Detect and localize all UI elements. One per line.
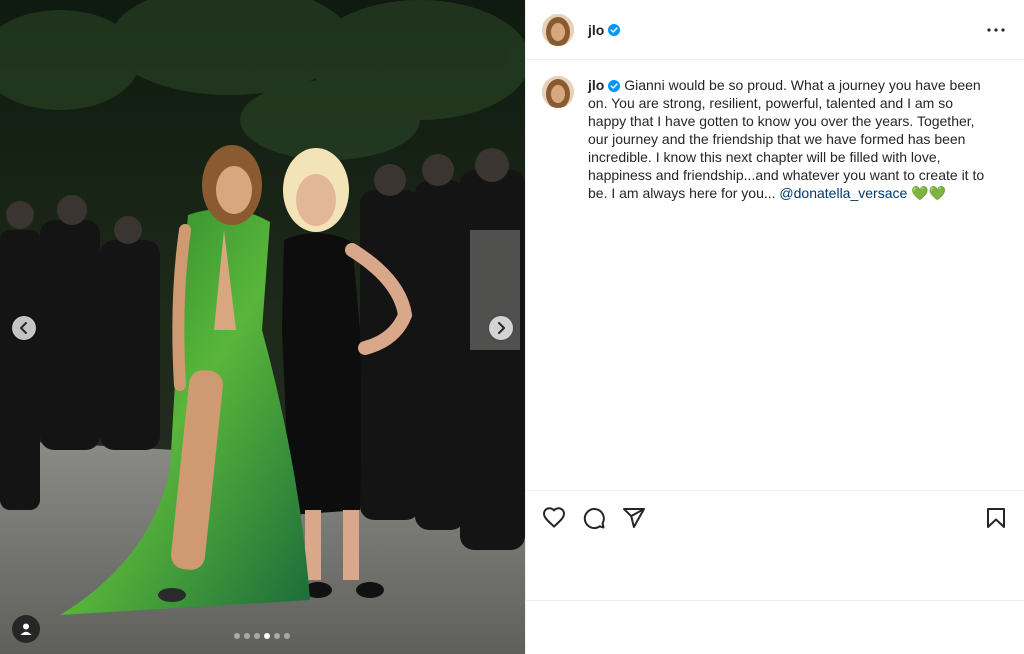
mention-link[interactable]: @donatella_versace bbox=[779, 185, 907, 201]
more-options-button[interactable] bbox=[984, 18, 1008, 42]
carousel-indicator bbox=[234, 633, 290, 639]
like-button[interactable] bbox=[540, 504, 568, 532]
more-options-icon bbox=[987, 27, 1005, 32]
caption-text: Gianni would be so proud. What a journey… bbox=[588, 77, 985, 201]
carousel-next-button[interactable] bbox=[489, 316, 513, 340]
post-caption: jlo Gianni would be so proud. What a jou… bbox=[588, 76, 988, 202]
action-bar bbox=[526, 490, 1024, 544]
caption-avatar[interactable] bbox=[542, 76, 574, 108]
save-button[interactable] bbox=[982, 504, 1010, 532]
verified-badge-icon bbox=[608, 80, 621, 92]
chevron-left-icon bbox=[20, 322, 27, 334]
green-heart-emoji: 💚💚 bbox=[911, 185, 947, 201]
post-viewer: jlo jlo Gianni would be so proud. What a… bbox=[0, 0, 1024, 654]
comment-icon bbox=[583, 507, 605, 529]
caption-section: jlo Gianni would be so proud. What a jou… bbox=[526, 60, 1024, 202]
carousel-dot bbox=[254, 633, 260, 639]
caption-username-link[interactable]: jlo bbox=[588, 77, 604, 93]
share-icon bbox=[623, 507, 645, 528]
chevron-right-icon bbox=[498, 322, 505, 334]
comment-button[interactable] bbox=[580, 504, 608, 532]
post-media[interactable] bbox=[0, 0, 525, 654]
carousel-dot bbox=[234, 633, 240, 639]
share-button[interactable] bbox=[620, 504, 648, 532]
username-link[interactable]: jlo bbox=[588, 22, 604, 38]
tagged-users-button[interactable] bbox=[12, 615, 40, 643]
bookmark-icon bbox=[987, 507, 1005, 528]
carousel-dot bbox=[244, 633, 250, 639]
carousel-dot bbox=[274, 633, 280, 639]
footer-divider bbox=[526, 600, 1024, 601]
carousel-previous-button[interactable] bbox=[12, 316, 36, 340]
post-header: jlo bbox=[526, 0, 1024, 60]
post-photo bbox=[0, 0, 525, 654]
post-details: jlo jlo Gianni would be so proud. What a… bbox=[525, 0, 1024, 654]
verified-badge-icon bbox=[608, 23, 621, 36]
carousel-dot bbox=[264, 633, 270, 639]
user-tag-icon bbox=[20, 623, 32, 635]
heart-icon bbox=[542, 506, 566, 528]
carousel-dot bbox=[284, 633, 290, 639]
avatar[interactable] bbox=[542, 13, 574, 46]
